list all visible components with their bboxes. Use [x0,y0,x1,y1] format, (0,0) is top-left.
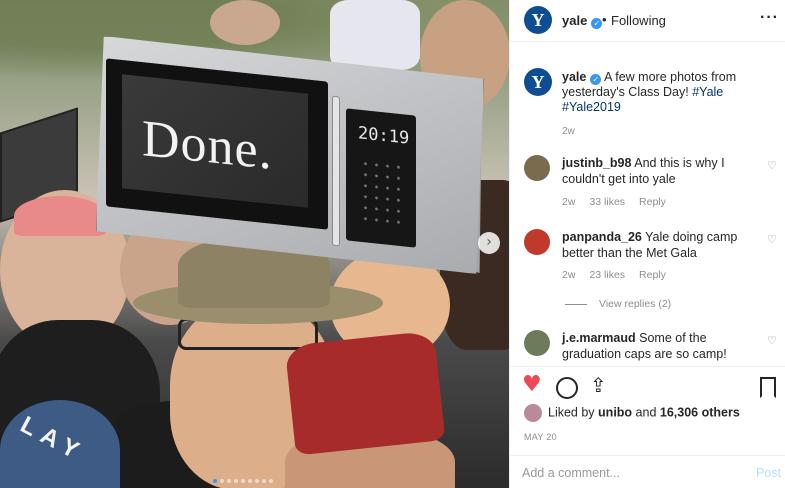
comment-username[interactable]: panpanda_26 [562,230,642,244]
liked-prefix: Liked by [548,405,595,420]
add-comment-bar: Post [510,455,785,488]
hashtag-link[interactable]: #Yale2019 [562,100,621,114]
header-username[interactable]: yale ✓ [562,13,603,29]
carousel-next-button[interactable]: › [478,232,500,254]
comment-input[interactable] [522,464,742,482]
view-replies-button[interactable]: View replies (2) [599,298,671,310]
commenter-avatar[interactable] [524,330,550,356]
comment-text: justinb_b98 And this is why I couldn't g… [562,155,762,187]
caption-time: 2w [562,126,575,137]
carousel-dot [248,479,252,483]
comment-time: 2w [562,196,576,208]
carousel-dot [213,479,217,483]
carousel-dot [220,479,224,483]
carousel-dot [269,479,273,483]
liked-suffix: and [635,405,657,420]
carousel-dots [213,479,273,483]
liker-username[interactable]: unibo [598,405,632,419]
post-photo[interactable]: LAY Done. 20:19 › [0,0,509,488]
heart-icon[interactable]: ♥ [522,372,542,397]
comment-text: j.e.marmaud Some of the graduation caps … [562,330,762,362]
likes-count[interactable]: 16,306 others [660,405,740,419]
caption-username[interactable]: yale [562,70,586,84]
comment-time: 2w [562,269,576,281]
bookmark-icon[interactable] [760,377,776,398]
post-comment-button[interactable]: Post [756,466,781,480]
action-bar: ♥ ⇪ [510,366,785,406]
commenter-avatar[interactable] [524,229,550,255]
verified-badge-icon: ✓ [591,18,603,29]
carousel-dot [255,479,259,483]
comment-like-icon[interactable]: ♡ [767,233,777,246]
comment-likes[interactable]: 33 likes [589,196,625,208]
caption-text: yale ✓ A few more photos from yesterday's… [562,70,774,115]
reply-button[interactable]: Reply [639,269,666,281]
carousel-dot [241,479,245,483]
comment-username[interactable]: j.e.marmaud [562,331,636,345]
share-icon[interactable]: ⇪ [590,373,607,397]
microwave-hat: Done. 20:19 [96,36,484,274]
more-options-icon[interactable]: ··· [760,9,779,27]
comment-likes[interactable]: 23 likes [589,269,625,281]
liker-avatar[interactable] [524,404,542,422]
pink-hat [14,196,106,236]
likes-summary: Liked by unibo and 16,306 others [524,404,785,422]
verified-badge-icon: ✓ [590,74,602,85]
comment-meta: 2w 33 likes Reply [562,196,680,208]
reply-button[interactable]: Reply [639,196,666,208]
comment-like-icon[interactable]: ♡ [767,334,777,347]
username-text[interactable]: yale [562,13,587,28]
carousel-dot [227,479,231,483]
post-date[interactable]: MAY 20 [524,432,557,442]
profile-avatar[interactable]: Y [524,6,552,34]
following-button[interactable]: Following [611,13,666,28]
hashtag-link[interactable]: #Yale [692,85,723,99]
header-separator: • [602,12,607,27]
post-sidebar: Y yale ✓ • Following ··· Y yale ✓ A few mo… [509,0,785,488]
microwave-handle [332,95,340,247]
comment-username[interactable]: justinb_b98 [562,156,631,170]
commenter-avatar[interactable] [524,155,550,181]
carousel-dot [234,479,238,483]
comment-icon[interactable] [556,377,578,399]
comment-like-icon[interactable]: ♡ [767,159,777,172]
post-header: Y yale ✓ • Following ··· [510,0,785,42]
microwave-keypad [360,157,404,233]
carousel-dot [262,479,266,483]
caption-avatar[interactable]: Y [524,68,552,96]
red-fez-hat [284,330,446,456]
comment-text: panpanda_26 Yale doing camp better than … [562,229,762,261]
comment-meta: 2w 23 likes Reply [562,269,680,281]
